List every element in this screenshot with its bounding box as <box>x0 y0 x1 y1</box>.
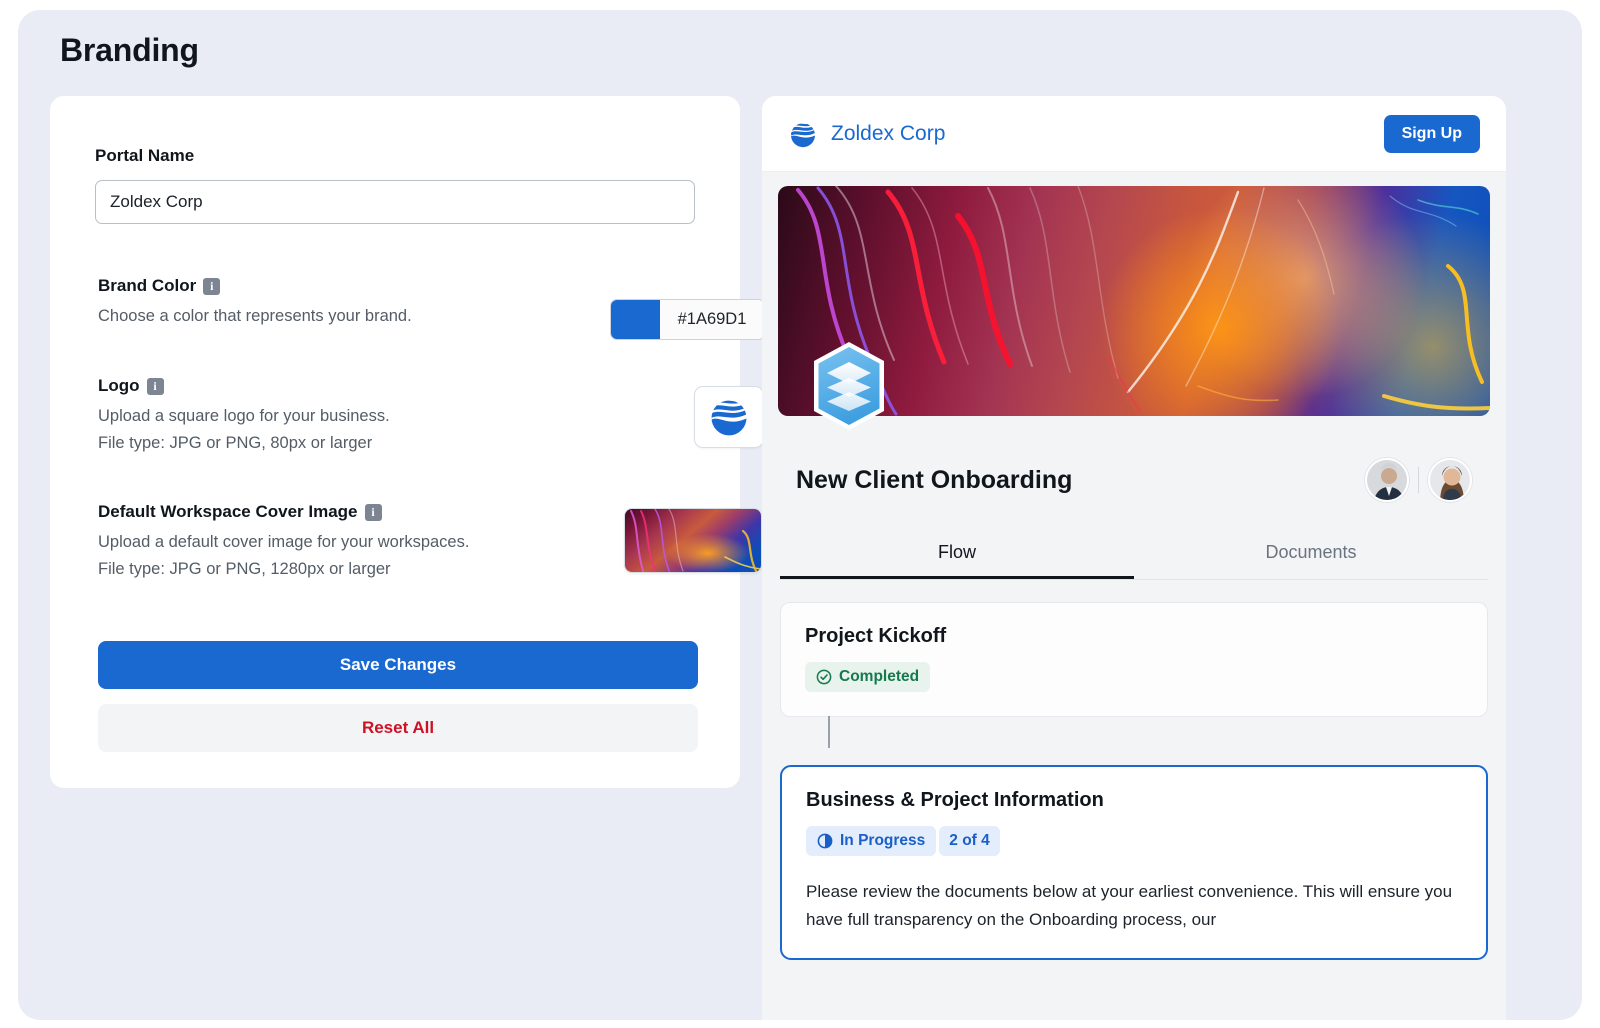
preview-tabs: Flow Documents <box>780 542 1488 580</box>
flow-step-card-project-kickoff[interactable]: Project Kickoff Completed <box>780 602 1488 717</box>
info-icon[interactable]: i <box>203 278 220 295</box>
branding-settings-card: Portal Name Brand Color i Choose a color… <box>50 96 740 788</box>
brand-color-label: Brand Color i <box>98 276 412 296</box>
cover-image-field-group: Default Workspace Cover Image i Upload a… <box>98 502 469 582</box>
flow-step-list: Project Kickoff Completed Business <box>762 580 1506 960</box>
half-circle-icon <box>817 833 833 849</box>
flow-step-status-row: Completed <box>805 662 1463 692</box>
cover-image-description-line1: Upload a default cover image for your wo… <box>98 529 469 556</box>
cover-image-label: Default Workspace Cover Image i <box>98 502 469 522</box>
reset-all-button[interactable]: Reset All <box>98 704 698 752</box>
preview-body: New Client Onboarding <box>762 172 1506 1020</box>
workspace-members <box>1365 458 1472 502</box>
brand-color-label-text: Brand Color <box>98 276 196 296</box>
preview-header: Zoldex Corp Sign Up <box>762 96 1506 172</box>
cover-image-description-line2: File type: JPG or PNG, 1280px or larger <box>98 556 469 583</box>
flow-step-title: Business & Project Information <box>806 789 1462 812</box>
brand-color-swatch[interactable] <box>611 300 660 339</box>
workspace-title: New Client Onboarding <box>796 466 1072 495</box>
cover-image-label-text: Default Workspace Cover Image <box>98 502 358 522</box>
cover-image-upload-preview[interactable] <box>624 508 762 573</box>
flow-step-body-text: Please review the documents below at you… <box>806 878 1462 934</box>
status-badge-completed: Completed <box>805 662 930 692</box>
flow-connector-line <box>828 716 830 748</box>
hero-wrap <box>762 172 1506 416</box>
flow-step-progress-count: 2 of 4 <box>939 826 999 856</box>
portal-name-field-group: Portal Name <box>95 146 695 224</box>
avatar-image <box>1430 460 1472 502</box>
avatar-divider <box>1418 467 1419 493</box>
avatar-member-1[interactable] <box>1365 458 1409 502</box>
preview-brand-lockup[interactable]: Zoldex Corp <box>788 119 945 149</box>
logo-description-line2: File type: JPG or PNG, 80px or larger <box>98 430 390 457</box>
status-badge-in-progress: In Progress <box>806 826 936 856</box>
cover-thumbnail-image <box>625 509 762 573</box>
tab-flow[interactable]: Flow <box>780 542 1134 579</box>
flow-step-status-row: In Progress 2 of 4 <box>806 826 1462 856</box>
wave-circle-logo-icon <box>706 394 752 440</box>
logo-upload-preview[interactable] <box>694 386 764 448</box>
app-window: Branding Portal Name Brand Color i Choos… <box>18 10 1582 1020</box>
status-badge-label: Completed <box>839 668 919 686</box>
brand-color-picker[interactable]: #1A69D1 <box>610 299 765 340</box>
info-icon[interactable]: i <box>147 378 164 395</box>
preview-brand-name: Zoldex Corp <box>831 122 945 146</box>
brand-color-hex-value[interactable]: #1A69D1 <box>660 300 764 339</box>
brand-color-description: Choose a color that represents your bran… <box>98 303 412 330</box>
flow-step-card-business-project-information[interactable]: Business & Project Information In Progre… <box>780 765 1488 960</box>
wave-circle-logo-icon <box>788 119 818 149</box>
portal-name-input[interactable] <box>95 180 695 224</box>
logo-field-group: Logo i Upload a square logo for your bus… <box>98 376 390 456</box>
flow-step-title: Project Kickoff <box>805 625 1463 648</box>
logo-label: Logo i <box>98 376 390 396</box>
avatar-image <box>1367 460 1409 502</box>
status-badge-label: In Progress <box>840 832 925 850</box>
logo-description-line1: Upload a square logo for your business. <box>98 403 390 430</box>
logo-label-text: Logo <box>98 376 140 396</box>
info-icon[interactable]: i <box>365 504 382 521</box>
portal-preview-card: Zoldex Corp Sign Up <box>762 96 1506 1020</box>
portal-name-label: Portal Name <box>95 146 695 166</box>
page-title: Branding <box>60 32 199 69</box>
stacked-layers-hex-icon <box>808 340 890 432</box>
portal-name-label-text: Portal Name <box>95 146 194 166</box>
check-circle-icon <box>816 669 832 685</box>
avatar-member-2[interactable] <box>1428 458 1472 502</box>
sign-up-button[interactable]: Sign Up <box>1384 115 1480 153</box>
tab-documents[interactable]: Documents <box>1134 542 1488 579</box>
brand-color-field-group: Brand Color i Choose a color that repres… <box>98 276 412 330</box>
save-changes-button[interactable]: Save Changes <box>98 641 698 689</box>
